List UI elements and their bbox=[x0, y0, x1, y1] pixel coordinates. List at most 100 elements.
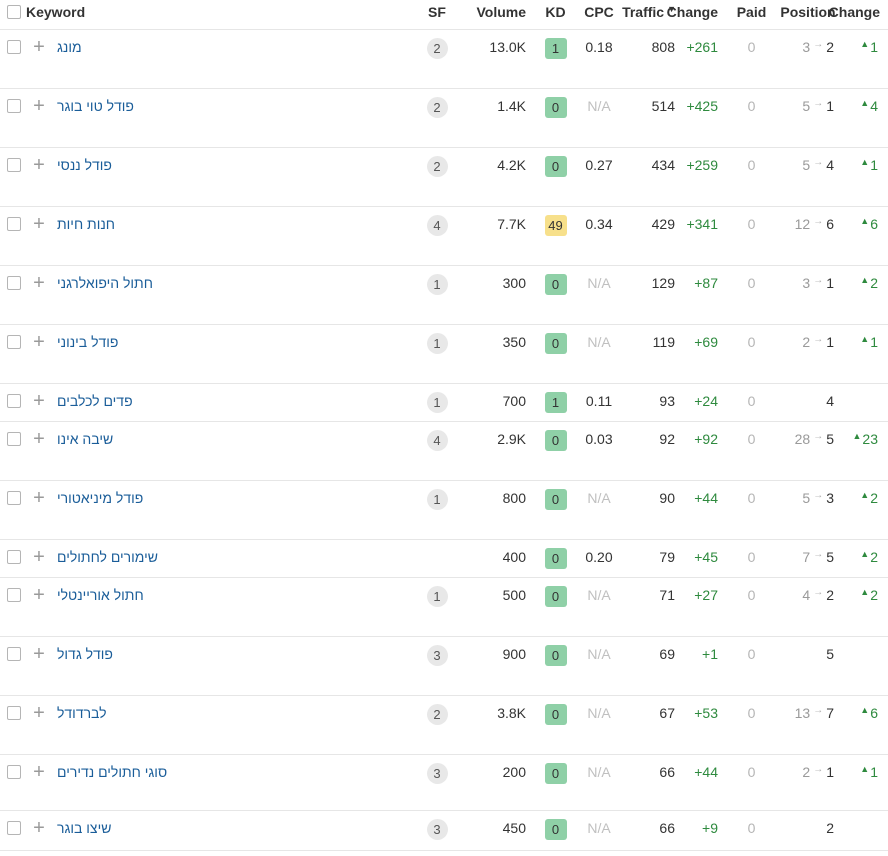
current-position: 1 bbox=[826, 764, 834, 780]
sf-badge[interactable]: 1 bbox=[426, 392, 448, 413]
triangle-up-icon: ▲ bbox=[860, 764, 870, 774]
row-select-cell bbox=[0, 89, 26, 147]
col-position-change[interactable]: Change bbox=[829, 0, 888, 29]
volume-cell: 700 bbox=[502, 393, 526, 409]
select-all-checkbox[interactable] bbox=[7, 5, 21, 19]
col-paid[interactable]: Paid bbox=[726, 0, 777, 29]
row-checkbox[interactable] bbox=[7, 821, 21, 835]
keyword-link[interactable]: פודל ננסי bbox=[57, 157, 112, 173]
plus-icon[interactable]: + bbox=[32, 762, 46, 782]
plus-icon[interactable]: + bbox=[32, 585, 46, 605]
kd-cell: 49 bbox=[534, 207, 577, 265]
sf-badge[interactable]: 4 bbox=[426, 430, 448, 451]
volume-cell: 450 bbox=[502, 820, 526, 836]
previous-position: 4 bbox=[802, 587, 811, 603]
sf-badge[interactable]: 2 bbox=[426, 97, 448, 118]
col-cpc[interactable]: CPC bbox=[577, 0, 621, 29]
col-traffic-change[interactable]: Change bbox=[667, 0, 726, 29]
sf-badge[interactable]: 2 bbox=[426, 38, 448, 59]
plus-icon[interactable]: + bbox=[32, 96, 46, 116]
plus-icon[interactable]: + bbox=[32, 818, 46, 838]
row-checkbox[interactable] bbox=[7, 550, 21, 564]
keyword-cell: + שימורים לחתולים bbox=[26, 540, 415, 577]
row-checkbox[interactable] bbox=[7, 40, 21, 54]
sf-badge[interactable]: 3 bbox=[426, 763, 448, 784]
sf-badge[interactable]: 2 bbox=[426, 156, 448, 177]
traffic-change-cell: +24 bbox=[694, 393, 718, 409]
sf-badge[interactable]: 3 bbox=[426, 819, 448, 840]
kd-badge: 0 bbox=[544, 430, 567, 451]
plus-icon[interactable]: + bbox=[32, 391, 46, 411]
col-kd[interactable]: KD bbox=[534, 0, 577, 29]
previous-position: 12 bbox=[794, 216, 811, 232]
position-change-value: 2 bbox=[870, 549, 878, 565]
arrow-right-icon: → bbox=[813, 275, 824, 286]
keyword-link[interactable]: סוגי חתולים נדירים bbox=[57, 764, 167, 780]
keyword-link[interactable]: שיצו בוגר bbox=[57, 820, 111, 836]
sf-badge[interactable]: 2 bbox=[426, 704, 448, 725]
plus-icon[interactable]: + bbox=[32, 488, 46, 508]
row-checkbox[interactable] bbox=[7, 765, 21, 779]
previous-position: 28 bbox=[794, 431, 811, 447]
cpc-cell: 0.11 bbox=[585, 393, 613, 409]
row-select-cell bbox=[0, 325, 26, 383]
row-checkbox[interactable] bbox=[7, 432, 21, 446]
row-checkbox[interactable] bbox=[7, 335, 21, 349]
row-checkbox[interactable] bbox=[7, 588, 21, 602]
plus-icon[interactable]: + bbox=[32, 37, 46, 57]
plus-icon[interactable]: + bbox=[32, 547, 46, 567]
row-checkbox[interactable] bbox=[7, 491, 21, 505]
cpc-cell: 0.34 bbox=[585, 216, 613, 232]
table-row: + פדים לכלבים 1 700 1 0.11 93 +24 0 4 bbox=[0, 384, 888, 422]
plus-icon[interactable]: + bbox=[32, 644, 46, 664]
row-checkbox[interactable] bbox=[7, 276, 21, 290]
plus-icon[interactable]: + bbox=[32, 214, 46, 234]
plus-icon[interactable]: + bbox=[32, 429, 46, 449]
keyword-link[interactable]: פודל מיניאטורי bbox=[57, 490, 143, 506]
col-keyword[interactable]: Keyword bbox=[26, 0, 415, 29]
keyword-link[interactable]: חנות חיות bbox=[57, 216, 115, 232]
paid-cell: 0 bbox=[747, 431, 756, 447]
sf-badge[interactable]: 4 bbox=[426, 215, 448, 236]
row-checkbox[interactable] bbox=[7, 647, 21, 661]
arrow-right-icon: → bbox=[813, 549, 824, 560]
kd-badge: 0 bbox=[544, 156, 567, 177]
keyword-link[interactable]: חתול אוריינטלי bbox=[57, 587, 144, 603]
sf-badge[interactable]: 1 bbox=[426, 489, 448, 510]
sf-badge[interactable]: 1 bbox=[426, 274, 448, 295]
keyword-link[interactable]: מונג bbox=[57, 39, 82, 55]
position-cell: 5 → 1 bbox=[777, 89, 839, 147]
plus-icon[interactable]: + bbox=[32, 332, 46, 352]
row-checkbox[interactable] bbox=[7, 706, 21, 720]
keyword-link[interactable]: שיבה אינו bbox=[57, 431, 113, 447]
position-cell: 3 → 1 bbox=[777, 266, 839, 324]
plus-icon[interactable]: + bbox=[32, 273, 46, 293]
row-checkbox[interactable] bbox=[7, 158, 21, 172]
sf-badge[interactable]: 3 bbox=[426, 645, 448, 666]
keyword-link[interactable]: פודל בינוני bbox=[57, 334, 118, 350]
traffic-cell: 66 bbox=[659, 820, 675, 836]
row-checkbox[interactable] bbox=[7, 217, 21, 231]
keyword-link[interactable]: פדים לכלבים bbox=[57, 393, 133, 409]
table-row: + חתול היפואלרגני 1 300 0 N/A 129 +87 0 3 → 1 ▲ 2 bbox=[0, 266, 888, 325]
current-position: 5 bbox=[826, 646, 834, 662]
plus-icon[interactable]: + bbox=[32, 155, 46, 175]
sf-cell: 1 bbox=[415, 481, 459, 539]
sf-badge[interactable]: 1 bbox=[426, 333, 448, 354]
sf-badge[interactable]: 1 bbox=[426, 586, 448, 607]
plus-icon[interactable]: + bbox=[32, 703, 46, 723]
keyword-link[interactable]: חתול היפואלרגני bbox=[57, 275, 153, 291]
keyword-link[interactable]: פודל גדול bbox=[57, 646, 113, 662]
col-traffic-label: Traffic bbox=[622, 4, 665, 20]
traffic-cell: 119 bbox=[652, 334, 675, 350]
keyword-link[interactable]: שימורים לחתולים bbox=[57, 549, 158, 565]
keyword-link[interactable]: פודל טוי בוגר bbox=[57, 98, 134, 114]
arrow-right-icon: → bbox=[813, 587, 824, 598]
row-checkbox[interactable] bbox=[7, 394, 21, 408]
col-sf[interactable]: SF bbox=[415, 0, 459, 29]
kd-badge: 0 bbox=[544, 704, 567, 725]
keyword-link[interactable]: לברדודל bbox=[57, 705, 107, 721]
traffic-change-cell: +53 bbox=[694, 705, 718, 721]
col-volume[interactable]: Volume bbox=[459, 0, 534, 29]
row-checkbox[interactable] bbox=[7, 99, 21, 113]
